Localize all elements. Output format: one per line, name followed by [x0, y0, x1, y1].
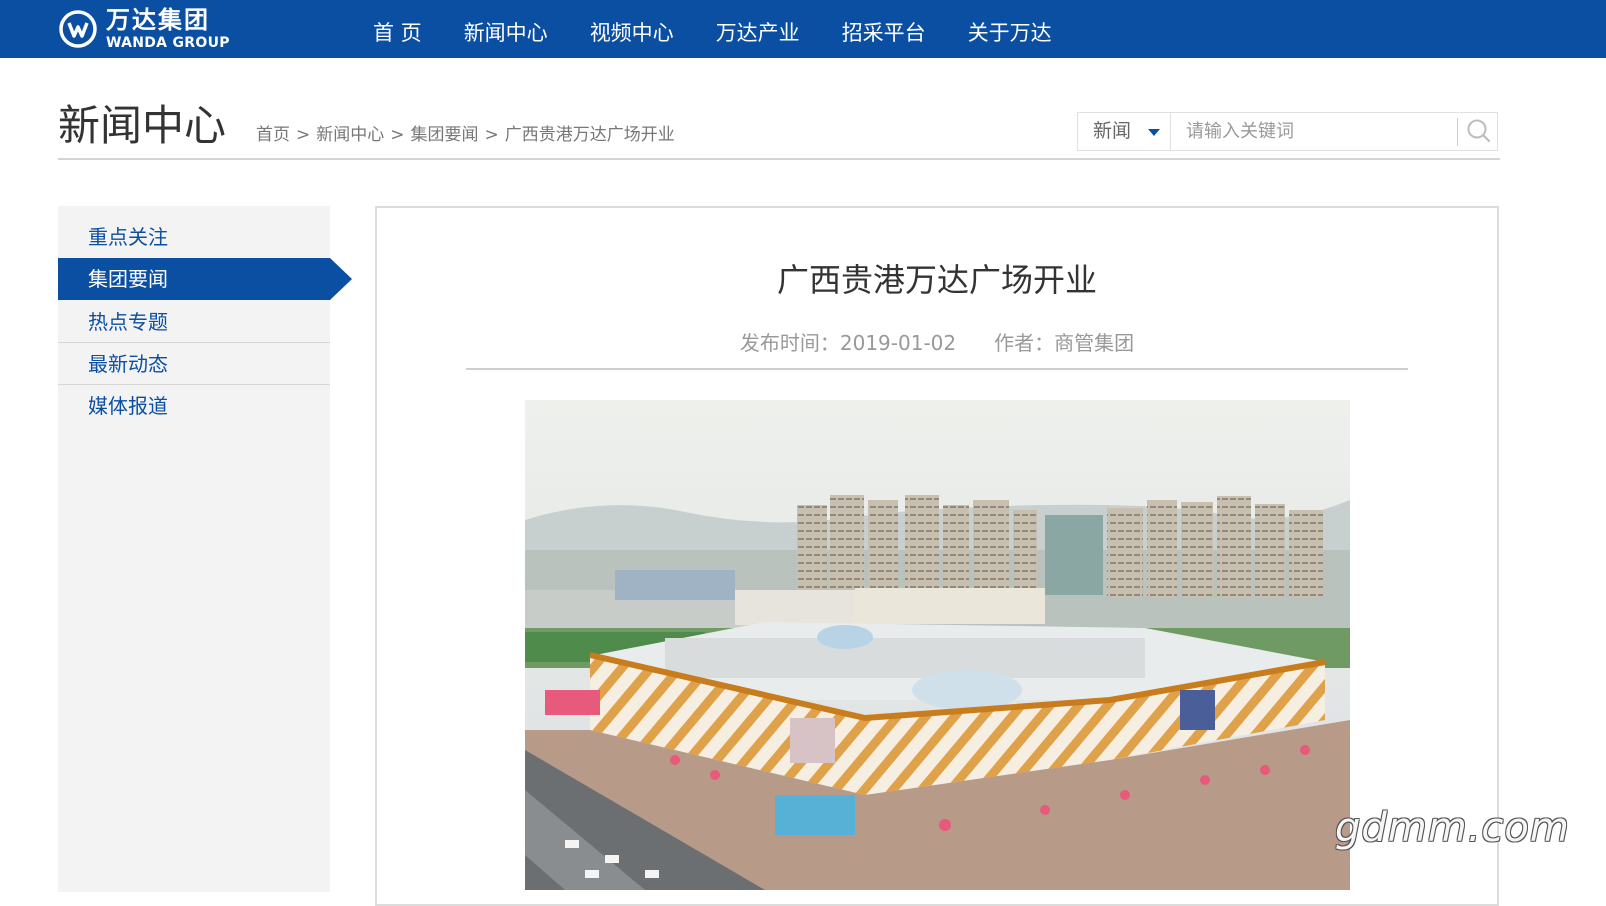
breadcrumb: 首页 > 新闻中心 > 集团要闻 > 广西贵港万达广场开业 — [256, 121, 675, 149]
wanda-logo-icon — [58, 9, 98, 49]
article-panel: 广西贵港万达广场开业 发布时间：2019-01-02 作者：商管集团 — [375, 206, 1499, 906]
breadcrumb-current-article[interactable]: 广西贵港万达广场开业 — [505, 125, 675, 145]
logo-english-name: WANDA GROUP — [106, 35, 230, 51]
search-category-label: 新闻 — [1093, 120, 1132, 142]
sidebar-item-key-focus[interactable]: 重点关注 — [58, 216, 330, 258]
header-divider — [58, 158, 1500, 160]
sidebar-item-latest-updates[interactable]: 最新动态 — [58, 343, 330, 385]
page-title: 新闻中心 — [58, 101, 227, 150]
site-watermark: gdmm.com — [1335, 805, 1570, 851]
search-icon — [1467, 119, 1491, 143]
publish-date: 发布时间：2019-01-02 — [739, 331, 957, 355]
logo-chinese-name: 万达集团 — [106, 6, 210, 34]
nav-procurement-platform[interactable]: 招采平台 — [821, 0, 947, 58]
article-title: 广西贵港万达广场开业 — [776, 261, 1097, 299]
breadcrumb-group-news[interactable]: 集团要闻 — [411, 125, 479, 145]
breadcrumb-home[interactable]: 首页 — [256, 125, 290, 145]
nav-news-center[interactable]: 新闻中心 — [443, 0, 569, 58]
article-photo — [525, 400, 1350, 890]
sidebar-item-hot-topics[interactable]: 热点专题 — [58, 301, 330, 343]
aerial-plaza-image — [525, 400, 1350, 890]
nav-about-wanda[interactable]: 关于万达 — [947, 0, 1073, 58]
search-input[interactable] — [1172, 113, 1457, 150]
search-divider — [1457, 118, 1458, 146]
nav-video-center[interactable]: 视频中心 — [569, 0, 695, 58]
article-meta: 发布时间：2019-01-02 作者：商管集团 — [377, 328, 1497, 358]
main-nav: 首 页 新闻中心 视频中心 万达产业 招采平台 关于万达 — [352, 0, 1073, 58]
wanda-logo[interactable]: 万达集团 WANDA GROUP — [58, 8, 230, 50]
breadcrumb-separator: > — [296, 125, 311, 145]
sidebar-item-group-news[interactable]: 集团要闻 — [58, 258, 352, 300]
search-button[interactable] — [1460, 113, 1498, 150]
caret-down-icon — [1148, 129, 1160, 136]
breadcrumb-separator: > — [390, 125, 405, 145]
sidebar: 重点关注 集团要闻 热点专题 最新动态 媒体报道 — [58, 206, 352, 892]
breadcrumb-news-center[interactable]: 新闻中心 — [316, 125, 384, 145]
nav-home[interactable]: 首 页 — [352, 0, 443, 58]
sidebar-item-media-reports[interactable]: 媒体报道 — [58, 385, 330, 427]
search-category-select[interactable]: 新闻 — [1078, 113, 1171, 150]
nav-wanda-industries[interactable]: 万达产业 — [695, 0, 821, 58]
article-divider — [466, 368, 1408, 370]
article-author: 作者：商管集团 — [994, 331, 1135, 355]
breadcrumb-separator: > — [484, 125, 499, 145]
search-box: 新闻 — [1077, 112, 1498, 151]
top-navigation-bar: 万达集团 WANDA GROUP 首 页 新闻中心 视频中心 万达产业 招采平台… — [0, 0, 1606, 58]
